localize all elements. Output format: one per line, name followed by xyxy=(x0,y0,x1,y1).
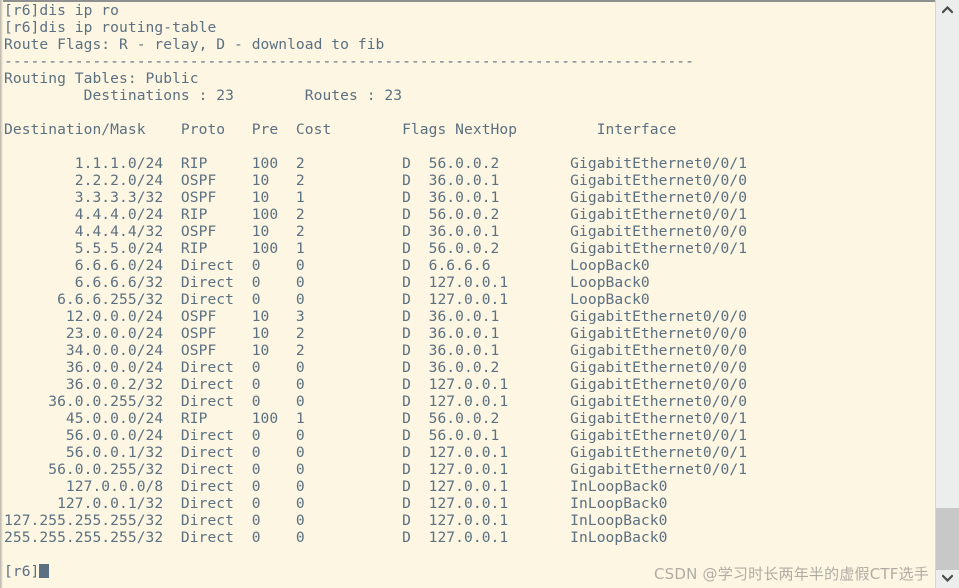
chevron-up-icon xyxy=(942,6,953,14)
shell-prompt: [r6] xyxy=(4,563,40,580)
chevron-down-icon xyxy=(942,574,953,582)
terminal-output-area[interactable]: [r6]dis ip ro [r6]dis ip routing-table R… xyxy=(0,0,935,588)
terminal-window: [r6]dis ip ro [r6]dis ip routing-table R… xyxy=(0,0,959,588)
scroll-up-button[interactable] xyxy=(936,0,959,20)
scrollbar-track[interactable] xyxy=(936,20,959,570)
scroll-down-button[interactable] xyxy=(936,568,959,588)
console-output: [r6]dis ip ro [r6]dis ip routing-table R… xyxy=(4,2,748,580)
text-cursor xyxy=(39,564,50,578)
vertical-scrollbar[interactable] xyxy=(935,0,959,588)
scrollbar-thumb[interactable] xyxy=(936,508,959,570)
